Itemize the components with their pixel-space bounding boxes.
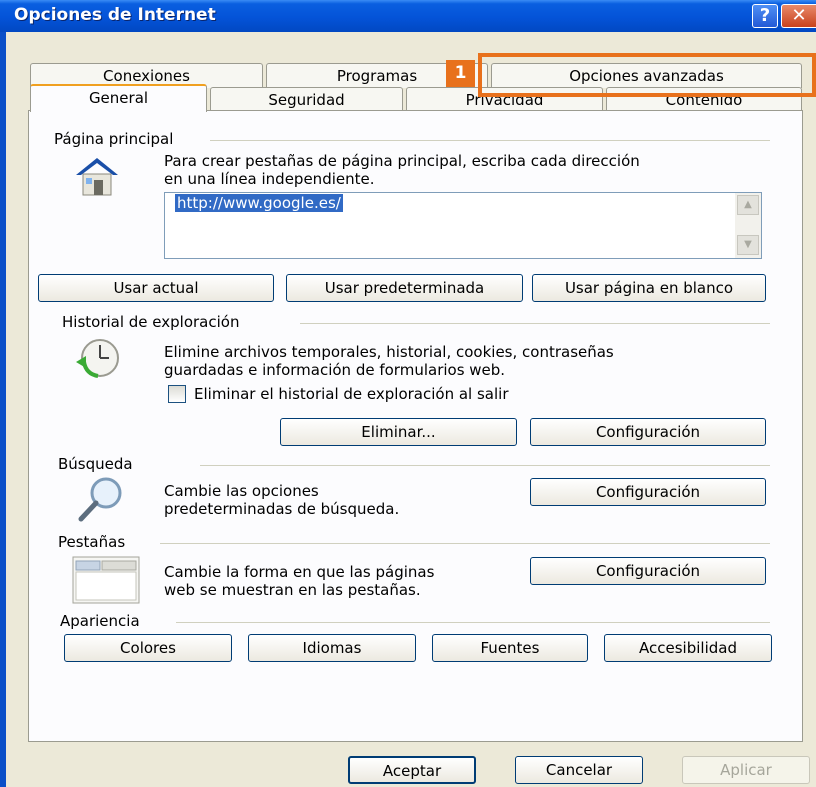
close-button[interactable]: ✕ bbox=[781, 4, 816, 28]
use-current-button[interactable]: Usar actual bbox=[38, 274, 274, 302]
divider bbox=[210, 140, 770, 141]
callout-highlight bbox=[478, 53, 816, 97]
callout-number: 1 bbox=[446, 60, 475, 87]
magnifier-icon bbox=[78, 477, 122, 522]
home-url-textarea[interactable]: http://www.google.es/ ▲ ▼ bbox=[164, 192, 762, 259]
title-bar[interactable]: Opciones de Internet ? ✕ bbox=[0, 0, 816, 32]
divider bbox=[200, 465, 770, 466]
delete-history-checkbox-label[interactable]: Eliminar el historial de exploración al … bbox=[194, 385, 509, 403]
fonts-button[interactable]: Fuentes bbox=[432, 634, 588, 662]
delete-history-on-exit-checkbox[interactable] bbox=[168, 385, 186, 403]
apply-button[interactable]: Aplicar bbox=[682, 756, 810, 784]
window-border bbox=[0, 32, 6, 787]
search-description-line1: Cambie las opciones bbox=[164, 482, 319, 500]
house-icon bbox=[76, 158, 118, 196]
use-default-button[interactable]: Usar predeterminada bbox=[286, 274, 523, 302]
search-description-line2: predeterminadas de búsqueda. bbox=[164, 500, 400, 518]
tabs-settings-button[interactable]: Configuración bbox=[530, 557, 766, 585]
ok-button[interactable]: Aceptar bbox=[348, 756, 476, 784]
appearance-group-label: Apariencia bbox=[60, 612, 148, 630]
window-title: Opciones de Internet bbox=[14, 5, 216, 25]
history-settings-button[interactable]: Configuración bbox=[530, 418, 766, 446]
home-description-line2: en una línea independiente. bbox=[164, 170, 375, 188]
colors-button[interactable]: Colores bbox=[64, 634, 232, 662]
divider bbox=[176, 622, 770, 623]
scroll-down-icon[interactable]: ▼ bbox=[737, 235, 759, 255]
history-description-line2: guardadas e información de formularios w… bbox=[164, 361, 506, 379]
scroll-up-icon[interactable]: ▲ bbox=[737, 195, 759, 215]
tab-seguridad[interactable]: Seguridad bbox=[210, 87, 403, 112]
home-description-line1: Para crear pestañas de página principal,… bbox=[164, 152, 640, 170]
help-button[interactable]: ? bbox=[752, 4, 778, 28]
history-description-line1: Elimine archivos temporales, historial, … bbox=[164, 343, 614, 361]
history-group-label: Historial de exploración bbox=[62, 313, 248, 331]
tabs-window-icon bbox=[72, 556, 140, 604]
home-group-label: Página principal bbox=[54, 130, 182, 148]
cancel-button[interactable]: Cancelar bbox=[515, 756, 643, 784]
search-group-label: Búsqueda bbox=[58, 455, 141, 473]
clock-icon bbox=[76, 339, 119, 378]
use-blank-button[interactable]: Usar página en blanco bbox=[532, 274, 766, 302]
tabs-description-line1: Cambie la forma en que las páginas bbox=[164, 563, 435, 581]
url-scrollbar[interactable]: ▲ ▼ bbox=[735, 193, 761, 258]
tab-general[interactable]: General bbox=[30, 84, 207, 112]
divider bbox=[300, 323, 770, 324]
divider bbox=[160, 543, 770, 544]
home-url-value: http://www.google.es/ bbox=[175, 194, 343, 212]
languages-button[interactable]: Idiomas bbox=[248, 634, 416, 662]
delete-history-button[interactable]: Eliminar... bbox=[280, 418, 517, 446]
tabs-description-line2: web se muestran en las pestañas. bbox=[164, 581, 421, 599]
search-settings-button[interactable]: Configuración bbox=[530, 478, 766, 506]
tabs-group-label: Pestañas bbox=[58, 533, 134, 551]
accessibility-button[interactable]: Accesibilidad bbox=[604, 634, 772, 662]
